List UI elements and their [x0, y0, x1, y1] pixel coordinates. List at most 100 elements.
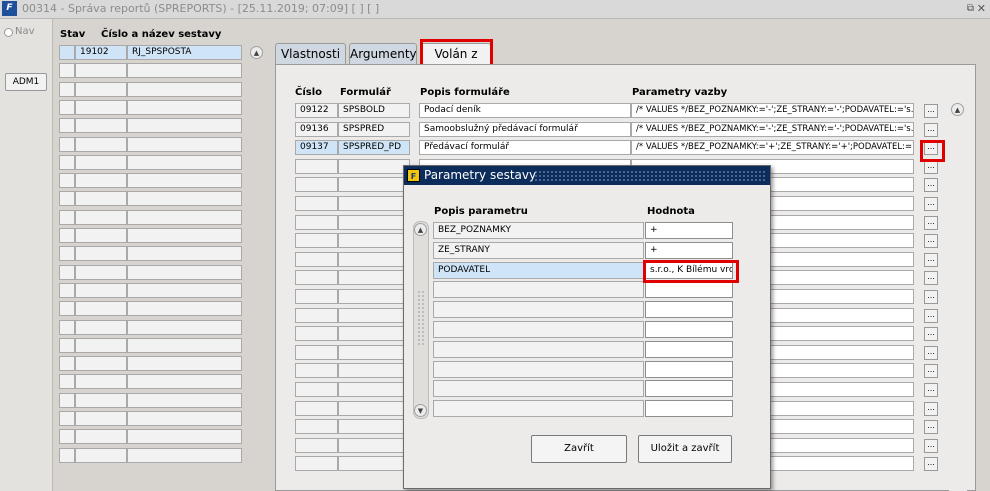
- row-status-cell[interactable]: [59, 99, 75, 115]
- form-code-cell[interactable]: [338, 270, 410, 286]
- report-number-cell[interactable]: [75, 337, 127, 353]
- open-parameters-button[interactable]: ...: [924, 420, 938, 435]
- open-parameters-button[interactable]: ...: [924, 345, 938, 360]
- save-and-close-button[interactable]: Uložit a zavřít: [638, 435, 732, 463]
- form-number-cell[interactable]: [295, 456, 338, 472]
- parameter-value-input[interactable]: [645, 281, 733, 299]
- parameter-name-cell[interactable]: BEZ_POZNAMKY: [433, 222, 644, 239]
- report-number-cell[interactable]: [75, 246, 127, 262]
- report-name-cell[interactable]: [127, 264, 242, 280]
- open-parameters-button[interactable]: ...: [924, 215, 938, 230]
- form-number-cell[interactable]: [295, 326, 338, 342]
- form-code-cell[interactable]: SPSPRED: [338, 121, 410, 137]
- tab-volan-z[interactable]: Volán z: [421, 43, 491, 64]
- parameter-name-cell[interactable]: [433, 340, 644, 358]
- form-code-cell[interactable]: [338, 177, 410, 193]
- parameter-name-cell[interactable]: [433, 360, 644, 378]
- report-number-cell[interactable]: [75, 301, 127, 317]
- report-name-cell[interactable]: [127, 392, 242, 408]
- scroll-up-icon[interactable]: ▲: [951, 103, 964, 116]
- report-number-cell[interactable]: [75, 99, 127, 115]
- form-number-cell[interactable]: [295, 177, 338, 193]
- form-code-cell[interactable]: [338, 233, 410, 249]
- report-number-cell[interactable]: [75, 228, 127, 243]
- form-code-cell[interactable]: [338, 214, 410, 230]
- row-status-cell[interactable]: [59, 63, 75, 79]
- form-number-cell[interactable]: [295, 196, 338, 211]
- report-number-cell[interactable]: [75, 264, 127, 280]
- open-parameters-button[interactable]: ...: [924, 290, 938, 304]
- open-parameters-button[interactable]: ...: [924, 141, 938, 156]
- parameter-value-input[interactable]: [645, 301, 733, 319]
- parameter-value-input[interactable]: +: [645, 241, 733, 259]
- report-name-cell[interactable]: [127, 209, 242, 225]
- report-name-cell[interactable]: [127, 118, 242, 134]
- form-code-cell[interactable]: [338, 158, 410, 174]
- row-status-cell[interactable]: [59, 246, 75, 262]
- form-number-cell[interactable]: [295, 289, 338, 304]
- report-name-cell[interactable]: [127, 81, 242, 97]
- report-name-cell[interactable]: [127, 447, 242, 463]
- window-close-icon[interactable]: ✕: [977, 2, 986, 15]
- report-number-cell[interactable]: [75, 173, 127, 189]
- form-number-cell[interactable]: [295, 419, 338, 435]
- row-status-cell[interactable]: [59, 136, 75, 152]
- window-restore-icon[interactable]: ⧉: [967, 3, 974, 14]
- parameter-value-input[interactable]: [645, 321, 733, 338]
- row-status-cell[interactable]: [59, 118, 75, 134]
- parameter-value-input[interactable]: [645, 360, 733, 378]
- form-number-cell[interactable]: [295, 270, 338, 286]
- row-status-cell[interactable]: [59, 447, 75, 463]
- form-code-cell[interactable]: [338, 307, 410, 323]
- parameter-name-cell[interactable]: ZE_STRANY: [433, 241, 644, 259]
- report-number-cell[interactable]: [75, 319, 127, 335]
- parameter-name-cell[interactable]: [433, 281, 644, 299]
- row-status-cell[interactable]: [59, 81, 75, 97]
- open-parameters-button[interactable]: ...: [924, 383, 938, 397]
- row-status-cell[interactable]: [59, 45, 75, 60]
- report-name-cell[interactable]: [127, 319, 242, 335]
- parameter-name-cell[interactable]: [433, 301, 644, 319]
- binding-parameters-cell[interactable]: /* VALUES */BEZ_POZNAMKY:='-';ZE_STRANY:…: [631, 121, 914, 137]
- open-parameters-button[interactable]: ...: [924, 252, 938, 267]
- open-parameters-button[interactable]: ...: [924, 457, 938, 472]
- form-code-cell[interactable]: [338, 196, 410, 211]
- report-name-cell[interactable]: [127, 173, 242, 189]
- form-code-cell[interactable]: [338, 382, 410, 397]
- parameter-name-cell[interactable]: [433, 321, 644, 338]
- tab-argumenty[interactable]: Argumenty: [349, 43, 417, 64]
- parameter-name-cell[interactable]: PODAVATEL: [433, 261, 644, 279]
- report-number-cell[interactable]: [75, 374, 127, 390]
- report-name-cell[interactable]: [127, 191, 242, 207]
- row-status-cell[interactable]: [59, 264, 75, 280]
- row-status-cell[interactable]: [59, 209, 75, 225]
- report-name-cell[interactable]: [127, 374, 242, 390]
- parameter-value-input[interactable]: [645, 400, 733, 418]
- open-parameters-button[interactable]: ...: [924, 178, 938, 193]
- report-number-cell[interactable]: [75, 81, 127, 97]
- row-status-cell[interactable]: [59, 429, 75, 445]
- report-name-cell[interactable]: [127, 282, 242, 298]
- form-number-cell[interactable]: [295, 158, 338, 174]
- parameter-value-input[interactable]: [645, 340, 733, 358]
- parameters-scrollbar[interactable]: ▲ ▼: [413, 221, 429, 419]
- form-number-cell[interactable]: [295, 233, 338, 249]
- parameter-value-input[interactable]: s.r.o., K Bílému vrchu: [645, 261, 733, 279]
- form-number-cell[interactable]: [295, 437, 338, 453]
- form-code-cell[interactable]: [338, 363, 410, 379]
- form-code-cell[interactable]: [338, 456, 410, 472]
- form-code-cell[interactable]: SPSPRED_PD: [338, 140, 410, 156]
- form-number-cell[interactable]: [295, 400, 338, 416]
- close-button[interactable]: Zavřít: [531, 435, 627, 463]
- row-status-cell[interactable]: [59, 319, 75, 335]
- report-name-cell[interactable]: [127, 99, 242, 115]
- row-status-cell[interactable]: [59, 374, 75, 390]
- report-number-cell[interactable]: [75, 411, 127, 426]
- binding-parameters-cell[interactable]: /* VALUES */BEZ_POZNAMKY:='-';ZE_STRANY:…: [631, 103, 914, 118]
- report-name-cell[interactable]: RJ_SPSPOSTA: [127, 45, 242, 60]
- form-code-cell[interactable]: [338, 437, 410, 453]
- forms-table-scrollbar[interactable]: ▲: [949, 101, 967, 491]
- form-number-cell[interactable]: [295, 307, 338, 323]
- scroll-up-icon[interactable]: ▲: [250, 46, 263, 59]
- report-number-cell[interactable]: [75, 209, 127, 225]
